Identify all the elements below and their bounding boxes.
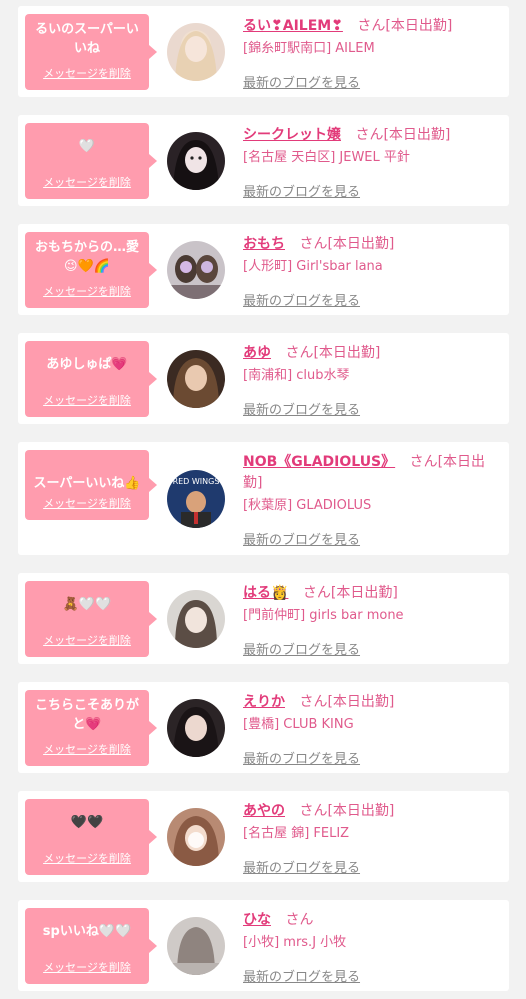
cast-name-link[interactable]: おもち	[243, 236, 285, 252]
message-text: 🤍	[78, 139, 96, 154]
san-label: さん	[285, 345, 314, 361]
status-text: [本日出勤]	[385, 18, 453, 34]
cast-name-link[interactable]: シークレット嬢	[243, 127, 341, 143]
message-card: 🧸🤍🤍 メッセージを削除 はる👸 さん[本日出勤] [門前仲町] girls b…	[18, 573, 509, 664]
delete-message-link[interactable]: メッセージを削除	[25, 961, 149, 974]
delete-message-link[interactable]: メッセージを削除	[25, 852, 149, 865]
message-card: あゆしゅぱ💗 メッセージを削除 あゆ さん[本日出勤] [南浦和] club水琴…	[18, 333, 509, 424]
san-label: さん	[299, 803, 328, 819]
delete-message-link[interactable]: メッセージを削除	[25, 634, 149, 647]
message-text: おもちからの…愛😉🧡🌈	[34, 240, 139, 274]
avatar[interactable]	[167, 590, 225, 648]
cast-name-link[interactable]: NOB《GLADIOLUS》	[243, 454, 395, 470]
cast-name-link[interactable]: はる👸	[243, 585, 288, 601]
avatar[interactable]	[167, 241, 225, 299]
shop-info: [南浦和] club水琴	[243, 368, 350, 383]
san-label: さん	[302, 585, 331, 601]
message-card: こちらこそありがと💗 メッセージを削除 えりか さん[本日出勤] [豊橋] CL…	[18, 682, 509, 773]
message-bubble: 🖤🖤 メッセージを削除	[25, 799, 157, 875]
cast-name-link[interactable]: るい❣AILEM❣	[243, 18, 343, 34]
san-label: さん	[355, 127, 384, 143]
message-text: 🖤🖤	[70, 815, 104, 830]
cast-name-link[interactable]: あゆ	[243, 345, 271, 361]
message-card: 🤍 メッセージを削除 シークレット嬢 さん[本日出勤] [名古屋 天白区] JE…	[18, 115, 509, 206]
shop-info: [錦糸町駅南口] AILEM	[243, 41, 375, 56]
avatar[interactable]	[167, 808, 225, 866]
shop-info: [門前仲町] girls bar mone	[243, 608, 404, 623]
message-card: るいのスーパーいいね メッセージを削除 るい❣AILEM❣ さん[本日出勤] […	[18, 6, 509, 97]
latest-blog-link[interactable]: 最新のブログを見る	[243, 399, 360, 418]
delete-message-link[interactable]: メッセージを削除	[25, 285, 149, 298]
message-text: spいいね🤍🤍	[42, 924, 132, 939]
san-label: さん	[357, 18, 386, 34]
message-card: 🖤🖤 メッセージを削除 あやの さん[本日出勤] [名古屋 錦] FELIZ 最…	[18, 791, 509, 882]
delete-message-link[interactable]: メッセージを削除	[25, 394, 149, 407]
latest-blog-link[interactable]: 最新のブログを見る	[243, 72, 360, 91]
delete-message-link[interactable]: メッセージを削除	[25, 67, 149, 80]
status-text: [本日出勤]	[327, 803, 395, 819]
latest-blog-link[interactable]: 最新のブログを見る	[243, 857, 360, 876]
message-text: 🧸🤍🤍	[62, 597, 112, 612]
shop-info: [名古屋 錦] FELIZ	[243, 826, 350, 841]
message-text: こちらこそありがと💗	[34, 698, 139, 732]
delete-message-link[interactable]: メッセージを削除	[25, 743, 149, 756]
status-text: [本日出勤]	[330, 585, 398, 601]
san-label: さん	[285, 912, 314, 928]
shop-info: [小牧] mrs.J 小牧	[243, 935, 347, 950]
message-text: るいのスーパーいいね	[35, 22, 139, 56]
status-text: [本日出勤]	[313, 345, 381, 361]
delete-message-link[interactable]: メッセージを削除	[25, 497, 149, 510]
shop-info: [名古屋 天白区] JEWEL 平針	[243, 150, 410, 165]
message-bubble: るいのスーパーいいね メッセージを削除	[25, 14, 157, 90]
cast-name-link[interactable]: ひな	[243, 912, 271, 928]
message-card: spいいね🤍🤍 メッセージを削除 ひな さん [小牧] mrs.J 小牧 最新の…	[18, 900, 509, 991]
status-text: [本日出勤]	[383, 127, 451, 143]
message-feed: るいのスーパーいいね メッセージを削除 るい❣AILEM❣ さん[本日出勤] […	[0, 0, 526, 999]
shop-info: [人形町] Girl'sbar lana	[243, 259, 383, 274]
message-bubble: spいいね🤍🤍 メッセージを削除	[25, 908, 157, 984]
latest-blog-link[interactable]: 最新のブログを見る	[243, 966, 360, 985]
latest-blog-link[interactable]: 最新のブログを見る	[243, 529, 360, 548]
latest-blog-link[interactable]: 最新のブログを見る	[243, 290, 360, 309]
avatar[interactable]	[167, 23, 225, 81]
cast-name-link[interactable]: あやの	[243, 803, 285, 819]
avatar[interactable]	[167, 917, 225, 975]
avatar[interactable]	[167, 350, 225, 408]
avatar[interactable]: RED WINGS	[167, 470, 225, 528]
latest-blog-link[interactable]: 最新のブログを見る	[243, 748, 360, 767]
message-bubble: 🤍 メッセージを削除	[25, 123, 157, 199]
message-card: おもちからの…愛😉🧡🌈 メッセージを削除 おもち さん[本日出勤] [人形町] …	[18, 224, 509, 315]
san-label: さん	[299, 236, 328, 252]
avatar[interactable]	[167, 699, 225, 757]
latest-blog-link[interactable]: 最新のブログを見る	[243, 181, 360, 200]
message-bubble: おもちからの…愛😉🧡🌈 メッセージを削除	[25, 232, 157, 308]
cast-name-link[interactable]: えりか	[243, 694, 285, 710]
message-text: あゆしゅぱ💗	[46, 357, 128, 372]
message-text: スーパーいいね👍	[33, 476, 141, 491]
svg-text:RED WINGS: RED WINGS	[173, 477, 220, 486]
latest-blog-link[interactable]: 最新のブログを見る	[243, 639, 360, 658]
avatar[interactable]	[167, 132, 225, 190]
message-card: スーパーいいね👍 メッセージを削除 RED WINGS NOB《GLADIOLU…	[18, 442, 509, 555]
status-text: [本日出勤]	[327, 694, 395, 710]
message-bubble: スーパーいいね👍 メッセージを削除	[25, 450, 157, 520]
message-bubble: こちらこそありがと💗 メッセージを削除	[25, 690, 157, 766]
shop-info: [秋葉原] GLADIOLUS	[243, 498, 372, 513]
delete-message-link[interactable]: メッセージを削除	[25, 176, 149, 189]
shop-info: [豊橋] CLUB KING	[243, 717, 354, 732]
message-bubble: あゆしゅぱ💗 メッセージを削除	[25, 341, 157, 417]
message-bubble: 🧸🤍🤍 メッセージを削除	[25, 581, 157, 657]
san-label: さん	[299, 694, 328, 710]
status-text: [本日出勤]	[327, 236, 395, 252]
san-label: さん	[409, 454, 438, 470]
